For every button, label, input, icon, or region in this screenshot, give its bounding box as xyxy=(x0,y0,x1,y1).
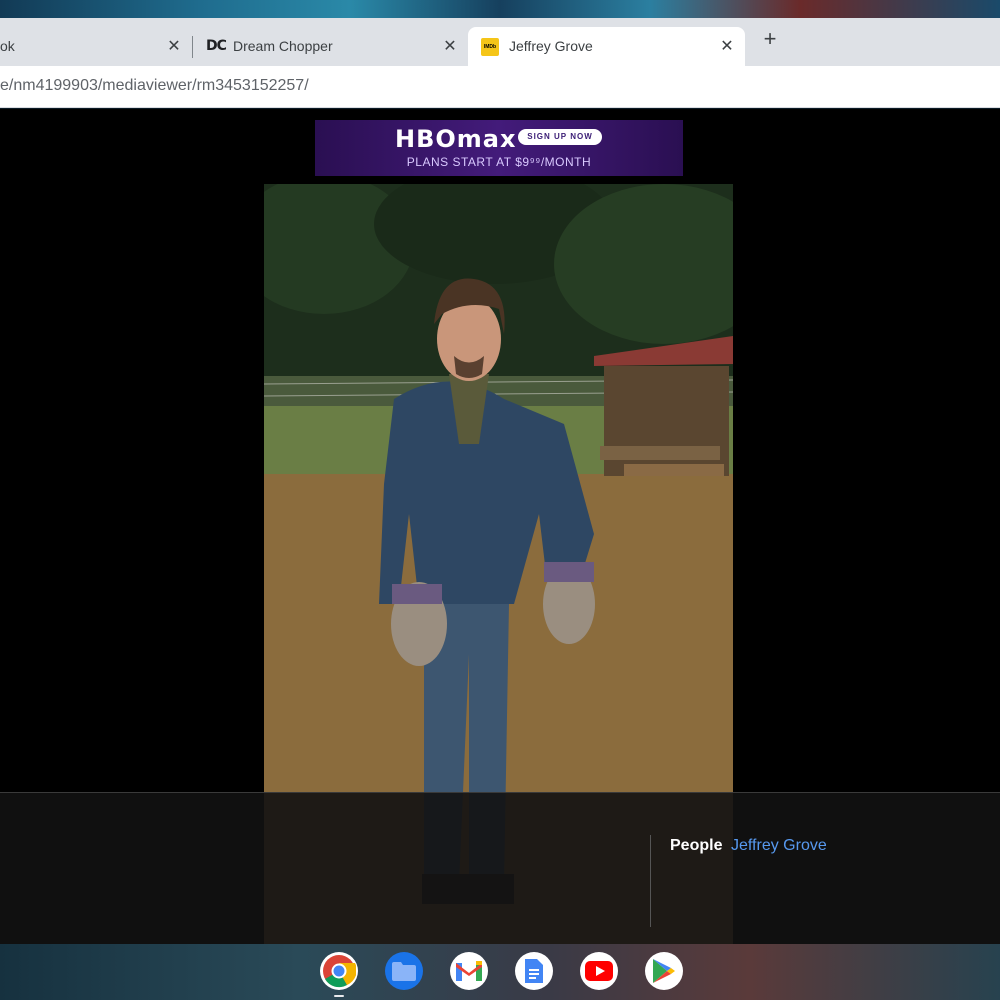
wallpaper xyxy=(0,0,1000,18)
os-shelf xyxy=(0,944,1000,1000)
tab-1[interactable]: ok ✕ xyxy=(0,27,192,66)
ad-tagline: PLANS START AT $9⁹⁹/MONTH xyxy=(406,155,592,169)
tab-close-button[interactable]: ✕ xyxy=(717,36,737,56)
ad-logo: HBOmax xyxy=(395,125,517,153)
tab-dream-chopper[interactable]: DC Dream Chopper ✕ xyxy=(194,27,466,66)
address-bar-url[interactable]: e/nm4199903/mediaviewer/rm3453152257/ xyxy=(0,77,309,95)
youtube-icon[interactable] xyxy=(580,952,618,990)
chrome-icon[interactable] xyxy=(320,952,358,990)
tab-strip: ok ✕ DC Dream Chopper ✕ IMDb Jeffrey Gro… xyxy=(0,18,1000,66)
info-divider xyxy=(650,835,651,927)
tab-separator xyxy=(192,36,193,58)
hbo-max-ad[interactable]: HBOmax SIGN UP NOW PLANS START AT $9⁹⁹/M… xyxy=(315,120,683,176)
people-link-jeffrey-grove[interactable]: Jeffrey Grove xyxy=(731,837,827,855)
people-label: People xyxy=(670,837,723,854)
running-indicator xyxy=(334,995,344,997)
docs-icon[interactable] xyxy=(515,952,553,990)
play-store-icon[interactable] xyxy=(645,952,683,990)
browser-toolbar: e/nm4199903/mediaviewer/rm3453152257/ xyxy=(0,66,1000,108)
dc-favicon-icon: DC xyxy=(206,38,227,54)
media-viewer: HBOmax SIGN UP NOW PLANS START AT $9⁹⁹/M… xyxy=(0,109,1000,944)
tab-close-button[interactable]: ✕ xyxy=(164,36,184,56)
tab-jeffrey-grove[interactable]: IMDb Jeffrey Grove ✕ xyxy=(468,27,745,66)
tab-title: Jeffrey Grove xyxy=(509,38,593,54)
media-info-panel: People Jeffrey Grove xyxy=(0,792,1000,944)
files-icon[interactable] xyxy=(385,952,423,990)
imdb-favicon-icon: IMDb xyxy=(481,38,499,56)
tab-title: Dream Chopper xyxy=(233,38,333,54)
ad-sign-up-button[interactable]: SIGN UP NOW xyxy=(518,129,602,145)
tab-close-button[interactable]: ✕ xyxy=(440,36,460,56)
tab-title: ok xyxy=(0,38,15,54)
gmail-icon[interactable] xyxy=(450,952,488,990)
new-tab-button[interactable]: + xyxy=(758,27,782,51)
